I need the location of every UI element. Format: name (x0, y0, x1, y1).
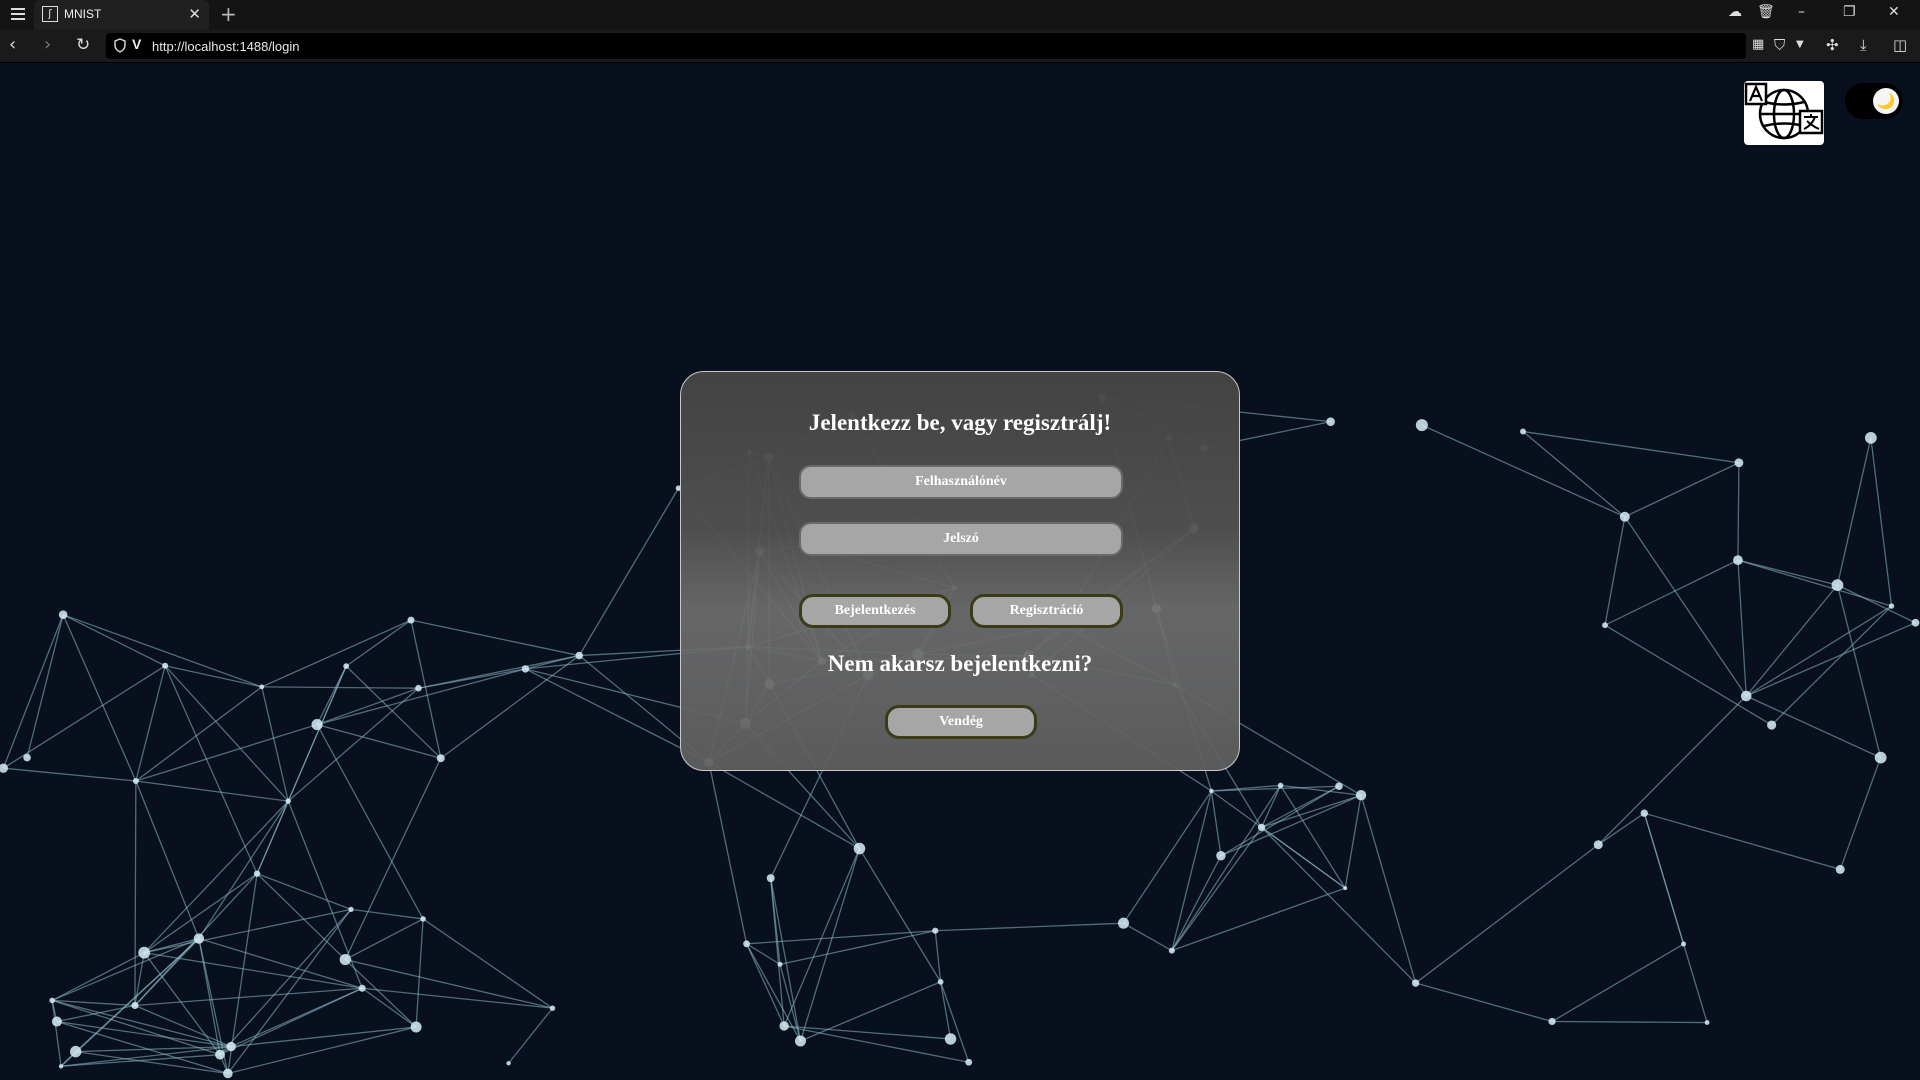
reload-icon[interactable]: ↻ (76, 34, 90, 56)
register-button[interactable]: Regisztráció (970, 594, 1123, 628)
login-button[interactable]: Bejelentkezés (799, 594, 951, 628)
forward-icon[interactable]: › (44, 34, 51, 56)
panel-toggle-icon[interactable]: ◫ (1893, 35, 1907, 55)
favicon-icon: ʃ (42, 6, 58, 22)
shield-icon[interactable] (114, 38, 126, 53)
close-tab-icon[interactable]: ✕ (188, 5, 201, 23)
username-field[interactable] (799, 465, 1123, 499)
new-tab-icon[interactable]: + (220, 3, 237, 25)
browser-tab[interactable]: ʃ MNIST ✕ (34, 0, 209, 30)
cloud-sync-icon[interactable]: ☁ (1728, 4, 1742, 20)
tab-title: MNIST (64, 7, 102, 21)
qr-code-icon[interactable]: ▦ (1752, 35, 1764, 55)
login-panel: Jelentkezz be, vagy regisztrálj! Bejelen… (680, 371, 1240, 771)
password-field[interactable] (799, 522, 1123, 556)
download-icon[interactable]: ⤓ (1860, 35, 1867, 55)
minimize-icon[interactable]: – (1798, 4, 1805, 20)
address-bar: ‹ › ↻ V http://localhost:1488/login ▦ ⛉ … (0, 30, 1920, 63)
url-text: http://localhost:1488/login (152, 39, 300, 54)
trash-icon[interactable]: 🗑 (1757, 4, 1775, 20)
guest-prompt: Nem akarsz bejelentkezni? (827, 651, 1093, 676)
theme-toggle[interactable]: 🌙 (1845, 83, 1903, 119)
url-field[interactable]: V http://localhost:1488/login (106, 33, 1746, 59)
extensions-icon[interactable]: ✣ (1826, 35, 1839, 55)
restore-icon[interactable]: ❐ (1843, 4, 1856, 20)
vivaldi-icon: V (132, 36, 142, 52)
translate-globe-icon (1744, 82, 1824, 140)
browser-tab-bar: ʃ MNIST ✕ + ☁ 🗑 – ❐ ✕ (0, 0, 1920, 30)
close-window-icon[interactable]: ✕ (1888, 4, 1900, 20)
bookmark-icon[interactable]: ⛉ (1774, 35, 1785, 55)
login-title: Jelentkezz be, vagy regisztrálj! (808, 410, 1112, 435)
translate-button[interactable] (1744, 81, 1824, 145)
chevron-down-icon[interactable]: ▼ (1796, 35, 1804, 55)
page-viewport: 🌙 Jelentkezz be, vagy regisztrálj! Bejel… (0, 63, 1920, 1080)
back-icon[interactable]: ‹ (9, 34, 16, 56)
moon-icon: 🌙 (1873, 88, 1899, 114)
hamburger-menu-icon[interactable] (10, 7, 26, 21)
guest-button[interactable]: Vendég (885, 705, 1037, 739)
